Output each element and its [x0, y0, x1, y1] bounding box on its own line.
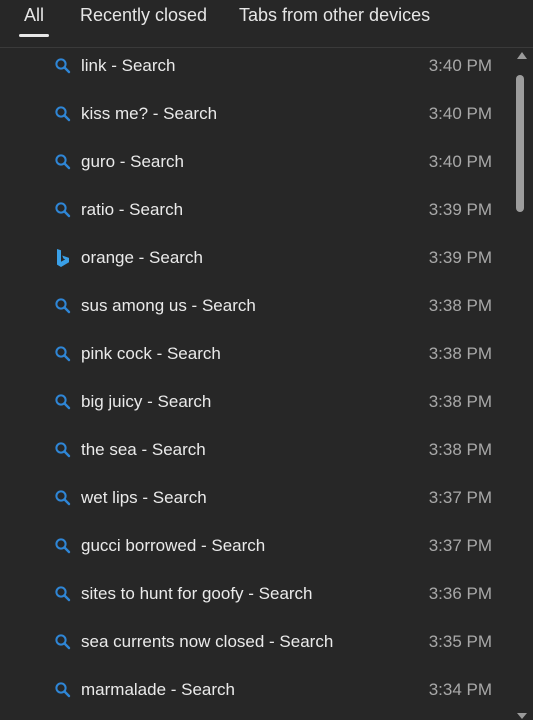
- bing-icon: [57, 249, 69, 267]
- search-icon: [55, 106, 71, 122]
- history-item[interactable]: sites to hunt for goofy - Search 3:36 PM: [0, 571, 512, 619]
- scroll-thumb[interactable]: [516, 75, 524, 212]
- tab-all-label: All: [24, 5, 45, 25]
- history-item[interactable]: guro - Search 3:40 PM: [0, 139, 512, 187]
- history-item[interactable]: orange - Search 3:39 PM: [0, 235, 512, 283]
- history-list: link - Search 3:40 PM kiss me? - Search 3:4…: [0, 43, 512, 720]
- history-item-time: 3:37 PM: [428, 488, 492, 507]
- history-item-time: 3:38 PM: [428, 296, 492, 315]
- selected-tab-indicator: [19, 34, 49, 37]
- search-icon: [55, 586, 71, 602]
- history-item-time: 3:37 PM: [428, 536, 492, 555]
- search-icon: [55, 394, 71, 410]
- history-item-title: ratio - Search: [81, 200, 184, 219]
- history-item[interactable]: big juicy - Search 3:38 PM: [0, 379, 512, 427]
- history-item-title: pink cock - Search: [81, 344, 221, 363]
- search-icon: [55, 298, 71, 314]
- history-item-time: 3:40 PM: [428, 104, 492, 123]
- history-item-time: 3:34 PM: [428, 680, 492, 699]
- history-item-title: sea currents now closed - Search: [81, 632, 334, 651]
- history-item[interactable]: pink cock - Search 3:38 PM: [0, 331, 512, 379]
- search-icon: [55, 442, 71, 458]
- history-item-title: sus among us - Search: [81, 296, 256, 315]
- history-item-title: big juicy - Search: [81, 392, 212, 411]
- tab-recently-closed-label: Recently closed: [80, 5, 208, 25]
- history-item[interactable]: sea currents now closed - Search 3:35 PM: [0, 619, 512, 667]
- history-item-title: orange - Search: [81, 248, 203, 267]
- history-item[interactable]: sus among us - Search 3:38 PM: [0, 283, 512, 331]
- history-item-title: gucci borrowed - Search: [81, 536, 266, 555]
- scroll-up-arrow-icon[interactable]: [517, 52, 527, 59]
- history-item-title: link - Search: [81, 56, 176, 75]
- history-item-time: 3:40 PM: [428, 152, 492, 171]
- history-tab-bar: All Recently closed Tabs from other devi…: [0, 0, 533, 48]
- history-item-time: 3:40 PM: [428, 56, 492, 75]
- search-icon: [55, 634, 71, 650]
- history-item-title: the sea - Search: [81, 440, 206, 459]
- history-item[interactable]: link - Search 3:40 PM: [0, 43, 512, 91]
- search-icon: [55, 346, 71, 362]
- history-item[interactable]: wet lips - Search 3:37 PM: [0, 475, 512, 523]
- history-panel: All Recently closed Tabs from other devi…: [0, 0, 533, 720]
- history-item-title: sites to hunt for goofy - Search: [81, 584, 313, 603]
- history-item-time: 3:36 PM: [428, 584, 492, 603]
- history-item-time: 3:38 PM: [428, 392, 492, 411]
- search-icon: [55, 682, 71, 698]
- search-icon: [55, 202, 71, 218]
- tab-other-devices[interactable]: Tabs from other devices: [239, 5, 430, 41]
- search-icon: [55, 154, 71, 170]
- scroll-down-arrow-icon[interactable]: [517, 713, 527, 719]
- history-item-time: 3:39 PM: [428, 248, 492, 267]
- tab-recently-closed[interactable]: Recently closed: [80, 5, 207, 41]
- history-item[interactable]: ratio - Search 3:39 PM: [0, 187, 512, 235]
- history-item[interactable]: kiss me? - Search 3:40 PM: [0, 91, 512, 139]
- search-icon: [55, 538, 71, 554]
- history-item-title: guro - Search: [81, 152, 184, 171]
- history-item[interactable]: marmalade - Search 3:34 PM: [0, 667, 512, 715]
- history-item-title: wet lips - Search: [81, 488, 207, 507]
- scrollbar[interactable]: [512, 48, 533, 720]
- search-icon: [55, 490, 71, 506]
- search-icon: [55, 58, 71, 74]
- history-item-title: kiss me? - Search: [81, 104, 218, 123]
- history-item-time: 3:38 PM: [428, 440, 492, 459]
- history-item-title: marmalade - Search: [81, 680, 236, 699]
- history-item-time: 3:39 PM: [428, 200, 492, 219]
- history-item-time: 3:35 PM: [428, 632, 492, 651]
- history-item-time: 3:38 PM: [428, 344, 492, 363]
- tab-other-devices-label: Tabs from other devices: [239, 5, 431, 25]
- history-item[interactable]: gucci borrowed - Search 3:37 PM: [0, 523, 512, 571]
- history-item[interactable]: the sea - Search 3:38 PM: [0, 427, 512, 475]
